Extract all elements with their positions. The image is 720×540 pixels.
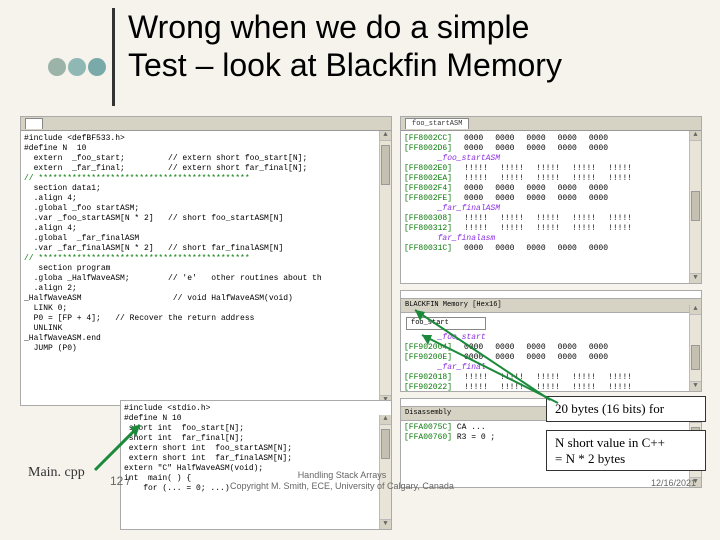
memory-label: _foo_start (404, 333, 698, 343)
memory-row: [FF902022]!!!!!!!!!!!!!!!!!!!!!!!!! (404, 383, 698, 393)
code-line: section data1; (24, 184, 388, 194)
dot-icon (88, 58, 106, 76)
code-line: JUMP (P0) (24, 344, 388, 354)
main-cpp-label: Main. cpp (28, 465, 85, 481)
memory-pane-c: BLACKFIN Memory [Hex16] foo_start _foo_s… (400, 290, 702, 392)
memory-row: [FF800312]!!!!!!!!!!!!!!!!!!!!!!!!! (404, 224, 698, 234)
code-line: #define N 10 (124, 414, 388, 424)
code-line: extern short int foo_startASM[N]; (124, 444, 388, 454)
callout-line2: = N * 2 bytes (555, 451, 625, 466)
c-source-pane: #include <stdio.h>#define N 10 short int… (120, 400, 392, 530)
memory-row: [FF8002F4]00000000000000000000 (404, 184, 698, 194)
asm-source-pane: #include <defBF533.h>#define N 10 extern… (20, 116, 392, 406)
scrollbar-thumb[interactable] (691, 191, 700, 221)
code-line: .align 2; (24, 284, 388, 294)
code-line: section program (24, 264, 388, 274)
code-line: .global _foo startASM; (24, 204, 388, 214)
code-line: extern _far_final; // extern short far_f… (24, 164, 388, 174)
callout-20bytes: 20 bytes (16 bits) for (546, 396, 706, 422)
page-number: 12 / (110, 474, 130, 488)
bullet-dots (48, 58, 106, 76)
memory-row: [FF902018]!!!!!!!!!!!!!!!!!!!!!!!!! (404, 373, 698, 383)
title-line2: Test – look at Blackfin Memory (128, 46, 688, 84)
pane-header: BLACKFIN Memory [Hex16] (401, 298, 701, 313)
memory-pane-asm: foo_startASM [FF8002CC]00000000000000000… (400, 116, 702, 284)
scrollbar-vertical[interactable] (689, 131, 701, 283)
memory-combo[interactable]: foo_startASM (405, 118, 469, 130)
code-line: .align 4; (24, 224, 388, 234)
footer-line2: Copyright M. Smith, ECE, University of C… (230, 481, 454, 491)
code-line: _HalfWaveASM // void HalfWaveASM(void) (24, 294, 388, 304)
memory-row: [FF8002D6]00000000000000000000 (404, 144, 698, 154)
code-line: .align 4; (24, 194, 388, 204)
memory-combo[interactable]: foo_start (406, 317, 486, 330)
code-line: // *************************************… (24, 174, 388, 184)
code-line: extern _foo_start; // extern short foo_s… (24, 154, 388, 164)
dot-icon (48, 58, 66, 76)
callout-nshort: N short value in C++ = N * 2 bytes (546, 430, 706, 471)
code-line: _HalfWaveASM.end (24, 334, 388, 344)
code-line: // *************************************… (24, 254, 388, 264)
scrollbar-vertical[interactable] (379, 131, 391, 405)
scrollbar-vertical[interactable] (689, 305, 701, 391)
code-line: .global _far_finalASM (24, 234, 388, 244)
memory-row: [FF8002CC]00000000000000000000 (404, 134, 698, 144)
code-line: .globa _HalfWaveASM; // 'e' other routin… (24, 274, 388, 284)
memory-row: [FF8002EA]!!!!!!!!!!!!!!!!!!!!!!!!! (404, 174, 698, 184)
memory-label: _far_finalASM (404, 204, 698, 214)
memory-row: [FF902004]00000000000000000000 (404, 343, 698, 353)
tab-bar: foo_startASM (401, 117, 701, 131)
scrollbar-thumb[interactable] (381, 145, 390, 185)
memory-label: far_finalasm (404, 234, 698, 244)
tab-bar (21, 117, 391, 131)
code-line: extern short int far_finalASM[N]; (124, 454, 388, 464)
code-line: short int foo_start[N]; (124, 424, 388, 434)
scrollbar-thumb[interactable] (691, 345, 700, 370)
memory-row: [FF80031C]00000000000000000000 (404, 244, 698, 254)
callout-line1: N short value in C++ (555, 435, 665, 450)
dot-icon (68, 58, 86, 76)
memory-label: _foo_startASM (404, 154, 698, 164)
tab[interactable] (25, 118, 43, 130)
footer-line1: Handling Stack Arrays (298, 470, 387, 480)
footer-date: 12/16/2021 (651, 478, 696, 488)
memory-row: [FF800308]!!!!!!!!!!!!!!!!!!!!!!!!! (404, 214, 698, 224)
code-line: .var _far_finalASM[N * 2] // short far_f… (24, 244, 388, 254)
code-line: LINK 0; (24, 304, 388, 314)
code-line: #include <stdio.h> (124, 404, 388, 414)
code-line: #include <defBF533.h> (24, 134, 388, 144)
code-line: short int far_final[N]; (124, 434, 388, 444)
title-line1: Wrong when we do a simple (128, 8, 688, 46)
code-line: #define N 10 (24, 144, 388, 154)
code-line: P0 = [FP + 4]; // Recover the return add… (24, 314, 388, 324)
title-divider (112, 8, 115, 106)
code-line: .var _foo_startASM[N * 2] // short foo_s… (24, 214, 388, 224)
footer-text: Handling Stack Arrays Copyright M. Smith… (230, 470, 454, 492)
scrollbar-thumb[interactable] (381, 429, 390, 459)
code-line: UNLINK (24, 324, 388, 334)
memory-row: [FF8002E0]!!!!!!!!!!!!!!!!!!!!!!!!! (404, 164, 698, 174)
memory-label: _far_final (404, 363, 698, 373)
memory-row: [FF8002FE]00000000000000000000 (404, 194, 698, 204)
memory-row: [FF90200E]00000000000000000000 (404, 353, 698, 363)
slide-title: Wrong when we do a simple Test – look at… (128, 8, 688, 85)
